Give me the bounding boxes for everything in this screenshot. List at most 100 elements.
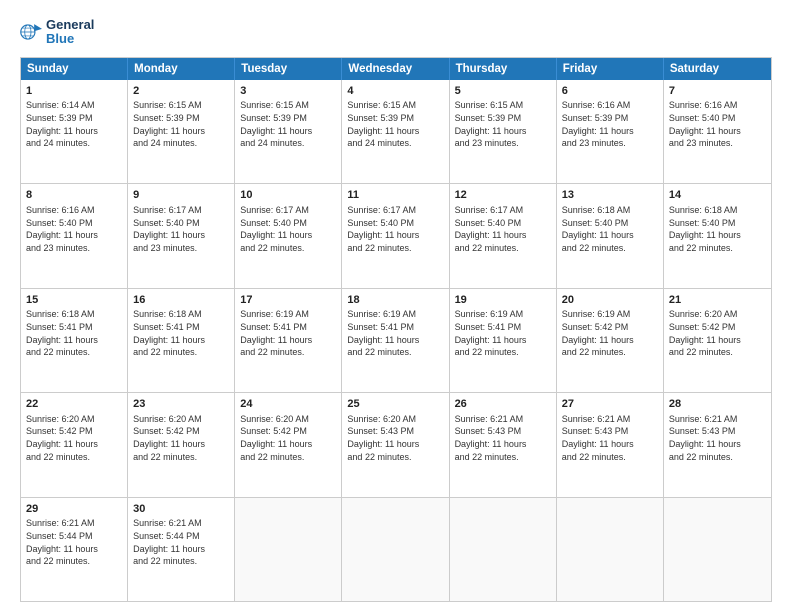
logo-icon	[20, 21, 42, 43]
page-header: General Blue	[20, 18, 772, 47]
cell-info: Sunrise: 6:15 AMSunset: 5:39 PMDaylight:…	[133, 99, 229, 149]
day-number: 29	[26, 502, 122, 517]
day-number: 24	[240, 397, 336, 412]
cell-info: Sunrise: 6:16 AMSunset: 5:40 PMDaylight:…	[669, 99, 766, 149]
cell-info: Sunrise: 6:17 AMSunset: 5:40 PMDaylight:…	[133, 204, 229, 254]
day-number: 6	[562, 84, 658, 99]
cell-info: Sunrise: 6:18 AMSunset: 5:41 PMDaylight:…	[133, 308, 229, 358]
calendar-cell: 9Sunrise: 6:17 AMSunset: 5:40 PMDaylight…	[128, 184, 235, 287]
cell-info: Sunrise: 6:18 AMSunset: 5:40 PMDaylight:…	[562, 204, 658, 254]
calendar-cell: 17Sunrise: 6:19 AMSunset: 5:41 PMDayligh…	[235, 289, 342, 392]
cell-info: Sunrise: 6:21 AMSunset: 5:44 PMDaylight:…	[26, 517, 122, 567]
cell-info: Sunrise: 6:16 AMSunset: 5:40 PMDaylight:…	[26, 204, 122, 254]
cell-info: Sunrise: 6:21 AMSunset: 5:43 PMDaylight:…	[562, 413, 658, 463]
cell-info: Sunrise: 6:21 AMSunset: 5:44 PMDaylight:…	[133, 517, 229, 567]
calendar-cell: 27Sunrise: 6:21 AMSunset: 5:43 PMDayligh…	[557, 393, 664, 496]
day-number: 28	[669, 397, 766, 412]
cell-info: Sunrise: 6:21 AMSunset: 5:43 PMDaylight:…	[455, 413, 551, 463]
calendar-cell: 6Sunrise: 6:16 AMSunset: 5:39 PMDaylight…	[557, 80, 664, 183]
calendar-cell: 26Sunrise: 6:21 AMSunset: 5:43 PMDayligh…	[450, 393, 557, 496]
cell-info: Sunrise: 6:19 AMSunset: 5:41 PMDaylight:…	[347, 308, 443, 358]
logo-line1: General	[46, 18, 94, 32]
calendar-cell	[557, 498, 664, 601]
day-number: 4	[347, 84, 443, 99]
calendar-cell: 19Sunrise: 6:19 AMSunset: 5:41 PMDayligh…	[450, 289, 557, 392]
calendar-header-day: Wednesday	[342, 58, 449, 80]
cell-info: Sunrise: 6:18 AMSunset: 5:41 PMDaylight:…	[26, 308, 122, 358]
day-number: 22	[26, 397, 122, 412]
logo: General Blue	[20, 18, 94, 47]
day-number: 27	[562, 397, 658, 412]
calendar-cell: 21Sunrise: 6:20 AMSunset: 5:42 PMDayligh…	[664, 289, 771, 392]
calendar-cell	[664, 498, 771, 601]
calendar-cell: 8Sunrise: 6:16 AMSunset: 5:40 PMDaylight…	[21, 184, 128, 287]
day-number: 16	[133, 293, 229, 308]
cell-info: Sunrise: 6:16 AMSunset: 5:39 PMDaylight:…	[562, 99, 658, 149]
calendar-cell: 18Sunrise: 6:19 AMSunset: 5:41 PMDayligh…	[342, 289, 449, 392]
calendar-cell: 5Sunrise: 6:15 AMSunset: 5:39 PMDaylight…	[450, 80, 557, 183]
calendar-cell: 15Sunrise: 6:18 AMSunset: 5:41 PMDayligh…	[21, 289, 128, 392]
calendar-cell: 24Sunrise: 6:20 AMSunset: 5:42 PMDayligh…	[235, 393, 342, 496]
calendar-cell: 16Sunrise: 6:18 AMSunset: 5:41 PMDayligh…	[128, 289, 235, 392]
day-number: 13	[562, 188, 658, 203]
day-number: 10	[240, 188, 336, 203]
calendar-header-day: Friday	[557, 58, 664, 80]
calendar-cell: 11Sunrise: 6:17 AMSunset: 5:40 PMDayligh…	[342, 184, 449, 287]
calendar-cell: 12Sunrise: 6:17 AMSunset: 5:40 PMDayligh…	[450, 184, 557, 287]
calendar-cell: 22Sunrise: 6:20 AMSunset: 5:42 PMDayligh…	[21, 393, 128, 496]
day-number: 12	[455, 188, 551, 203]
calendar-cell: 4Sunrise: 6:15 AMSunset: 5:39 PMDaylight…	[342, 80, 449, 183]
day-number: 17	[240, 293, 336, 308]
cell-info: Sunrise: 6:19 AMSunset: 5:42 PMDaylight:…	[562, 308, 658, 358]
calendar-cell: 25Sunrise: 6:20 AMSunset: 5:43 PMDayligh…	[342, 393, 449, 496]
day-number: 26	[455, 397, 551, 412]
cell-info: Sunrise: 6:20 AMSunset: 5:42 PMDaylight:…	[133, 413, 229, 463]
day-number: 19	[455, 293, 551, 308]
calendar: SundayMondayTuesdayWednesdayThursdayFrid…	[20, 57, 772, 602]
day-number: 7	[669, 84, 766, 99]
cell-info: Sunrise: 6:19 AMSunset: 5:41 PMDaylight:…	[240, 308, 336, 358]
calendar-cell: 29Sunrise: 6:21 AMSunset: 5:44 PMDayligh…	[21, 498, 128, 601]
calendar-cell: 13Sunrise: 6:18 AMSunset: 5:40 PMDayligh…	[557, 184, 664, 287]
day-number: 1	[26, 84, 122, 99]
calendar-header-day: Thursday	[450, 58, 557, 80]
cell-info: Sunrise: 6:15 AMSunset: 5:39 PMDaylight:…	[240, 99, 336, 149]
day-number: 11	[347, 188, 443, 203]
day-number: 5	[455, 84, 551, 99]
calendar-cell: 2Sunrise: 6:15 AMSunset: 5:39 PMDaylight…	[128, 80, 235, 183]
calendar-cell: 3Sunrise: 6:15 AMSunset: 5:39 PMDaylight…	[235, 80, 342, 183]
cell-info: Sunrise: 6:20 AMSunset: 5:42 PMDaylight:…	[669, 308, 766, 358]
calendar-cell: 14Sunrise: 6:18 AMSunset: 5:40 PMDayligh…	[664, 184, 771, 287]
calendar-cell: 10Sunrise: 6:17 AMSunset: 5:40 PMDayligh…	[235, 184, 342, 287]
day-number: 14	[669, 188, 766, 203]
cell-info: Sunrise: 6:17 AMSunset: 5:40 PMDaylight:…	[455, 204, 551, 254]
calendar-header: SundayMondayTuesdayWednesdayThursdayFrid…	[21, 58, 771, 80]
calendar-cell: 7Sunrise: 6:16 AMSunset: 5:40 PMDaylight…	[664, 80, 771, 183]
cell-info: Sunrise: 6:14 AMSunset: 5:39 PMDaylight:…	[26, 99, 122, 149]
cell-info: Sunrise: 6:20 AMSunset: 5:42 PMDaylight:…	[26, 413, 122, 463]
day-number: 9	[133, 188, 229, 203]
logo-line2: Blue	[46, 32, 94, 46]
calendar-header-day: Sunday	[21, 58, 128, 80]
calendar-header-day: Monday	[128, 58, 235, 80]
day-number: 21	[669, 293, 766, 308]
cell-info: Sunrise: 6:18 AMSunset: 5:40 PMDaylight:…	[669, 204, 766, 254]
cell-info: Sunrise: 6:17 AMSunset: 5:40 PMDaylight:…	[347, 204, 443, 254]
day-number: 25	[347, 397, 443, 412]
cell-info: Sunrise: 6:20 AMSunset: 5:42 PMDaylight:…	[240, 413, 336, 463]
calendar-cell: 23Sunrise: 6:20 AMSunset: 5:42 PMDayligh…	[128, 393, 235, 496]
calendar-week-row: 1Sunrise: 6:14 AMSunset: 5:39 PMDaylight…	[21, 80, 771, 183]
calendar-header-day: Tuesday	[235, 58, 342, 80]
cell-info: Sunrise: 6:15 AMSunset: 5:39 PMDaylight:…	[347, 99, 443, 149]
day-number: 2	[133, 84, 229, 99]
cell-info: Sunrise: 6:20 AMSunset: 5:43 PMDaylight:…	[347, 413, 443, 463]
cell-info: Sunrise: 6:17 AMSunset: 5:40 PMDaylight:…	[240, 204, 336, 254]
calendar-week-row: 15Sunrise: 6:18 AMSunset: 5:41 PMDayligh…	[21, 288, 771, 392]
cell-info: Sunrise: 6:21 AMSunset: 5:43 PMDaylight:…	[669, 413, 766, 463]
day-number: 3	[240, 84, 336, 99]
calendar-header-day: Saturday	[664, 58, 771, 80]
day-number: 15	[26, 293, 122, 308]
day-number: 30	[133, 502, 229, 517]
day-number: 8	[26, 188, 122, 203]
calendar-cell: 1Sunrise: 6:14 AMSunset: 5:39 PMDaylight…	[21, 80, 128, 183]
